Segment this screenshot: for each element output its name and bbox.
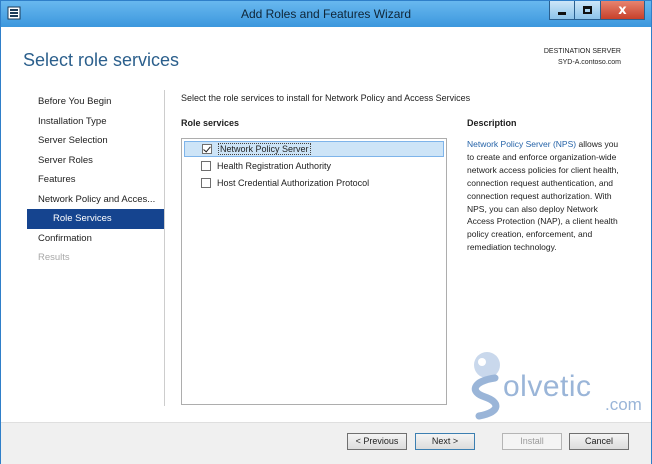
minimize-icon xyxy=(558,11,566,15)
description-text: Network Policy Server (NPS) allows you t… xyxy=(467,138,627,254)
wizard-window: Add Roles and Features Wizard x Select r… xyxy=(0,0,652,464)
nav-item-before-you-begin[interactable]: Before You Begin xyxy=(27,92,164,112)
watermark-suffix: .com xyxy=(605,395,642,414)
page-title: Select role services xyxy=(23,50,180,70)
role-label: Health Registration Authority xyxy=(217,161,332,171)
close-icon: x xyxy=(618,2,627,18)
list-item-health-registration-authority[interactable]: Health Registration Authority xyxy=(184,158,444,174)
install-button: Install xyxy=(502,433,562,450)
destination-server-label: DESTINATION SERVER xyxy=(543,48,621,55)
nav-item-results: Results xyxy=(38,252,70,263)
maximize-button[interactable] xyxy=(575,1,601,20)
role-services-heading: Role services xyxy=(181,118,240,128)
nav-item-server-roles[interactable]: Server Roles xyxy=(27,151,164,171)
next-button[interactable]: Next > xyxy=(415,433,475,450)
role-label: Network Policy Server xyxy=(218,143,311,155)
watermark-text: olvetic xyxy=(503,370,592,403)
nav-item-features[interactable]: Features xyxy=(27,170,164,190)
list-item-network-policy-server[interactable]: Network Policy Server xyxy=(184,141,444,157)
destination-server-name: SYD-A.contoso.com xyxy=(557,59,621,66)
health-registration-authority-checkbox[interactable] xyxy=(201,161,211,171)
window-controls: x xyxy=(549,1,645,21)
wizard-content: Select role services DESTINATION SERVER … xyxy=(11,28,643,422)
nav-item-server-selection[interactable]: Server Selection xyxy=(27,131,164,151)
nav-item-installation-type[interactable]: Installation Type xyxy=(27,112,164,132)
cancel-button[interactable]: Cancel xyxy=(569,433,629,450)
title-bar[interactable]: Add Roles and Features Wizard x xyxy=(1,1,651,27)
maximize-icon xyxy=(583,6,592,14)
nav-item-role-services[interactable]: Role Services xyxy=(27,209,164,229)
previous-button[interactable]: < Previous xyxy=(347,433,407,450)
close-button[interactable]: x xyxy=(601,1,645,20)
nav-item-network-policy[interactable]: Network Policy and Acces... xyxy=(27,190,164,210)
instruction-text: Select the role services to install for … xyxy=(181,93,471,103)
list-item-host-credential-authorization-protocol[interactable]: Host Credential Authorization Protocol xyxy=(184,175,444,191)
wizard-nav: Before You Begin Installation Type Serve… xyxy=(27,92,164,268)
role-services-list[interactable]: Network Policy Server Health Registratio… xyxy=(181,138,447,405)
role-label: Host Credential Authorization Protocol xyxy=(217,178,370,188)
solvetic-watermark: olvetic .com xyxy=(465,348,643,422)
nps-link[interactable]: Network Policy Server (NPS) xyxy=(467,139,576,149)
description-body: allows you to create and enforce organiz… xyxy=(467,139,619,253)
minimize-button[interactable] xyxy=(549,1,575,20)
network-policy-server-checkbox[interactable] xyxy=(202,144,212,154)
nav-divider xyxy=(164,90,165,406)
wizard-footer: < Previous Next > Install Cancel xyxy=(1,422,651,464)
nav-item-confirmation[interactable]: Confirmation xyxy=(27,229,164,249)
host-credential-authorization-protocol-checkbox[interactable] xyxy=(201,178,211,188)
description-heading: Description xyxy=(467,118,517,128)
